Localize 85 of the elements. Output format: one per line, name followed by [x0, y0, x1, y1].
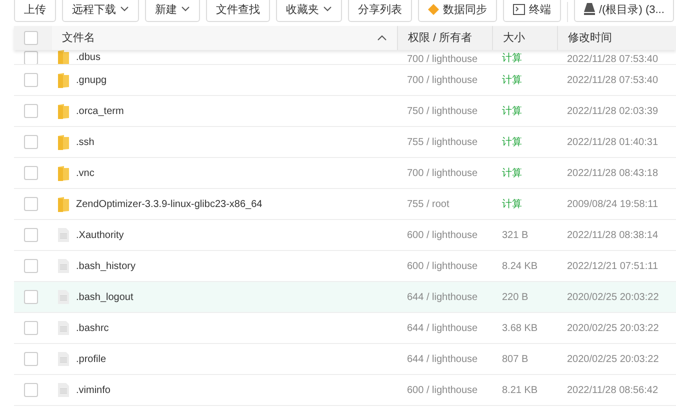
toolbar-button[interactable]: 终端 [503, 0, 561, 22]
file-row[interactable]: .bash_logout 644 / lighthouse 220 B 2020/02/25 20:03:22 [14, 282, 676, 313]
column-header[interactable]: 文件名 [52, 26, 95, 50]
folder-icon [58, 104, 69, 118]
row-checkbox[interactable] [24, 352, 38, 366]
toolbar-button[interactable]: 远程下载 [62, 0, 139, 22]
file-name[interactable]: .Xauthority [76, 230, 124, 240]
file-icon [58, 259, 69, 273]
modified-time: 2022/11/28 07:53:40 [566, 74, 660, 86]
file-name[interactable]: .orca_term [76, 106, 124, 116]
permission-owner: 644 / lighthouse [406, 354, 479, 364]
file-name[interactable]: .viminfo [76, 384, 110, 396]
row-checkbox[interactable] [24, 228, 38, 242]
modified-time: 2022/11/28 08:56:42 [566, 384, 660, 396]
row-checkbox[interactable] [24, 51, 38, 64]
file-name[interactable]: .bashrc [76, 322, 109, 334]
folder-icon [58, 50, 69, 64]
file-icon [58, 383, 69, 397]
file-name[interactable]: .ssh [76, 136, 94, 148]
modified-time: 2022/11/28 08:38:14 [566, 230, 660, 240]
folder-icon [58, 196, 69, 212]
caret-icon [323, 6, 332, 12]
row-checkbox[interactable] [24, 197, 38, 211]
file-name[interactable]: .vnc [76, 168, 94, 178]
modified-time: 2022/11/28 08:43:18 [566, 168, 660, 178]
permission-owner: 700 / lighthouse [406, 54, 479, 64]
file-icon [58, 228, 69, 242]
modified-time: 2022/11/28 02:03:39 [566, 106, 660, 116]
permission-owner: 755 / lighthouse [406, 136, 479, 148]
folder-icon [58, 72, 69, 88]
file-size: 807 B [501, 354, 530, 364]
toolbar-button[interactable]: 收藏夹 [276, 0, 342, 22]
modified-time: 2020/02/25 20:03:22 [566, 322, 660, 334]
file-size: 8.21 KB [501, 384, 539, 396]
file-size: 321 B [501, 230, 530, 240]
caret-icon [120, 6, 129, 12]
folder-icon [58, 166, 69, 180]
row-checkbox[interactable] [24, 104, 38, 118]
file-name[interactable]: .bash_history [76, 260, 136, 272]
toolbar-button[interactable]: 数据同步 [418, 0, 497, 22]
permission-owner: 600 / lighthouse [406, 260, 479, 272]
row-checkbox[interactable] [24, 73, 38, 87]
row-checkbox[interactable] [24, 135, 38, 149]
file-icon [58, 321, 69, 335]
row-checkbox[interactable] [24, 259, 38, 273]
file-row[interactable]: .dbus 700 / lighthouse 计算 2022/11/28 07:53:40 [14, 50, 676, 65]
permission-owner: 600 / lighthouse [406, 230, 479, 240]
toolbar-button[interactable]: 文件查找 [206, 0, 270, 22]
modified-time: 2022/12/21 07:51:11 [566, 260, 660, 272]
permission-owner: 600 / lighthouse [406, 384, 479, 396]
modified-time: 2020/02/25 20:03:22 [566, 354, 660, 364]
folder-icon [58, 134, 69, 150]
sort-up-icon[interactable] [377, 35, 387, 41]
file-name[interactable]: .dbus [76, 52, 100, 63]
permission-owner: 700 / lighthouse [406, 168, 479, 178]
row-checkbox[interactable] [24, 383, 38, 397]
permission-owner: 644 / lighthouse [406, 322, 479, 334]
file-name[interactable]: .gnupg [76, 74, 107, 86]
file-name[interactable]: .profile [76, 354, 106, 364]
modified-time: 2022/11/28 07:53:40 [566, 54, 660, 64]
caret-icon [181, 6, 190, 12]
file-size: 220 B [501, 292, 530, 302]
row-checkbox[interactable] [24, 290, 38, 304]
toolbar-button[interactable]: 分享列表 [348, 0, 412, 22]
file-name[interactable]: .bash_logout [76, 292, 134, 302]
modified-time: 2022/11/28 01:40:31 [566, 136, 660, 148]
file-name[interactable]: ZendOptimizer-3.3.9-linux-glibc23-x86_64 [76, 198, 262, 210]
file-icon [58, 290, 69, 304]
permission-owner: 755 / root [406, 198, 450, 210]
toolbar-button[interactable]: 新建 [145, 0, 200, 22]
permission-owner: 750 / lighthouse [406, 106, 479, 116]
row-checkbox[interactable] [24, 166, 38, 180]
select-all-checkbox[interactable] [24, 31, 38, 45]
diamond-icon [428, 4, 439, 14]
toolbar-button[interactable]: /(根目录) (3... [574, 0, 674, 22]
permission-owner: 700 / lighthouse [406, 74, 479, 86]
file-size: 8.24 KB [501, 260, 539, 272]
file-size: 3.68 KB [501, 322, 539, 334]
file-icon [58, 352, 69, 366]
modified-time: 2020/02/25 20:03:22 [566, 292, 660, 302]
permission-owner: 644 / lighthouse [406, 292, 479, 302]
toolbar-button[interactable]: 上传 [14, 0, 56, 22]
modified-time: 2009/08/24 19:58:11 [566, 198, 660, 210]
row-checkbox[interactable] [24, 321, 38, 335]
terminal-icon [513, 4, 525, 14]
